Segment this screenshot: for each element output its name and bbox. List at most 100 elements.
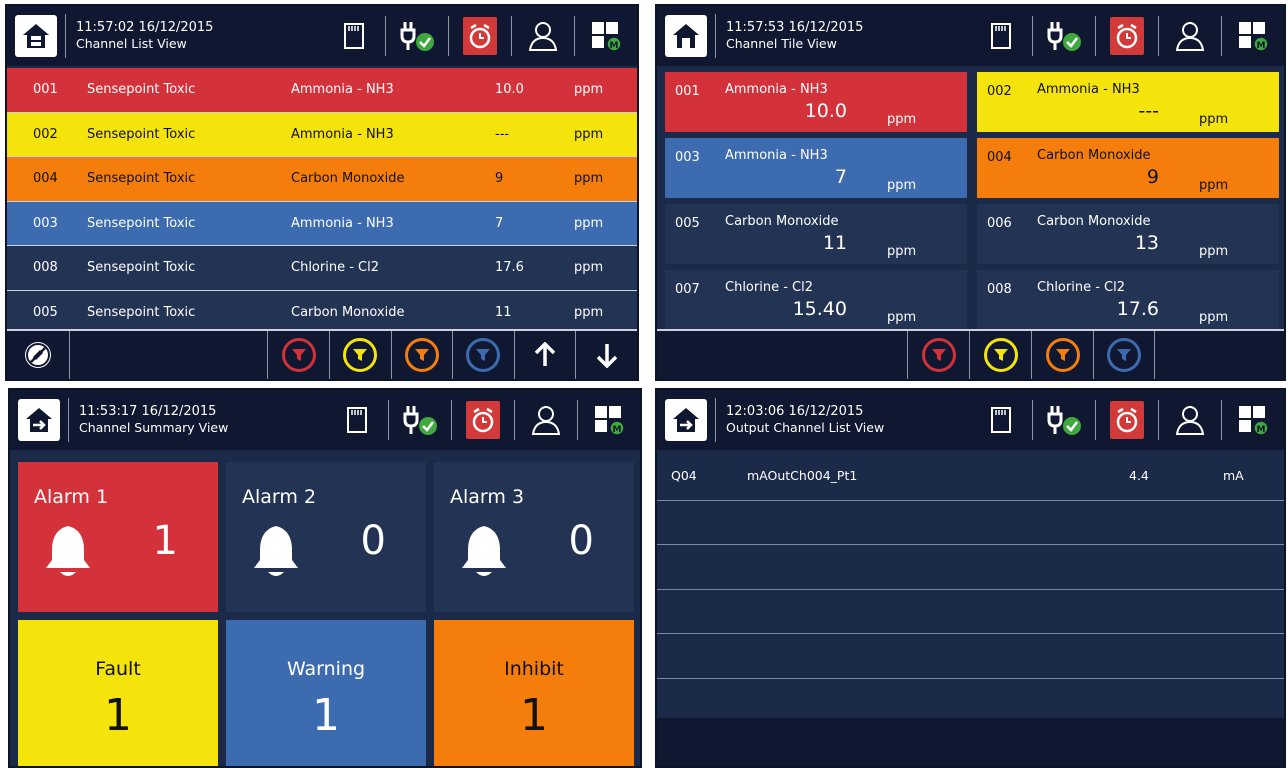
header-time: 12:03:06 16/12/2015 <box>726 404 864 419</box>
filter-icon <box>1117 349 1131 361</box>
user-button[interactable] <box>515 390 577 450</box>
sd-card-button[interactable] <box>323 6 385 66</box>
channel-name: Sensepoint Toxic <box>87 82 196 97</box>
footer-bar <box>657 718 1284 766</box>
channel-gas: Carbon Monoxide <box>291 171 405 186</box>
channel-tile[interactable]: 002 Ammonia - NH3 --- ppm <box>977 72 1279 132</box>
home-button[interactable] <box>657 6 715 66</box>
scroll-up-button[interactable] <box>513 331 576 379</box>
filter-red-button[interactable] <box>267 331 329 379</box>
grid-menu-icon: M <box>1239 406 1269 436</box>
filter-blue-button[interactable] <box>1093 331 1155 379</box>
home-icon <box>673 24 699 48</box>
alarm-clock-button[interactable] <box>1096 390 1158 450</box>
output-unit: mA <box>1223 468 1244 483</box>
user-button[interactable] <box>512 6 574 66</box>
header-bar: 11:57:02 16/12/2015 Channel List View M <box>7 6 637 66</box>
filter-blue-button[interactable] <box>452 331 514 379</box>
channel-id: 004 <box>33 171 58 186</box>
channel-gas: Chlorine - Cl2 <box>291 260 379 275</box>
power-status-button[interactable] <box>389 390 451 450</box>
warning-tile[interactable]: Warning 1 <box>226 620 426 766</box>
filter-orange-button[interactable] <box>1031 331 1093 379</box>
list-row[interactable]: 001 Sensepoint Toxic Ammonia - NH3 10.0 … <box>7 68 637 113</box>
list-row[interactable] <box>657 545 1284 590</box>
list-row[interactable] <box>657 590 1284 634</box>
arrow-down-icon <box>596 344 617 368</box>
list-row[interactable]: 008 Sensepoint Toxic Chlorine - Cl2 17.6… <box>7 246 637 291</box>
alarm-clock-button[interactable] <box>449 6 511 66</box>
tile-gas: Ammonia - NH3 <box>725 148 828 163</box>
user-button[interactable] <box>1159 6 1221 66</box>
scroll-down-button[interactable] <box>575 331 637 379</box>
no-edit-button[interactable] <box>7 331 69 379</box>
channel-tile[interactable]: 006 Carbon Monoxide 13 ppm <box>977 204 1279 264</box>
channel-name: Sensepoint Toxic <box>87 171 196 186</box>
list-row[interactable] <box>657 634 1284 679</box>
output-channel-list: Q04 mAOutCh004_Pt1 4.4 mA <box>657 456 1284 723</box>
home-button[interactable] <box>7 6 65 66</box>
filter-red-button[interactable] <box>907 331 969 379</box>
filter-yellow-button[interactable] <box>969 331 1031 379</box>
list-row[interactable]: Q04 mAOutCh004_Pt1 4.4 mA <box>657 456 1284 501</box>
inhibit-tile[interactable]: Inhibit 1 <box>434 620 634 766</box>
header-view-title: Channel Summary View <box>79 420 229 435</box>
list-row[interactable] <box>657 679 1284 723</box>
channel-tile[interactable]: 005 Carbon Monoxide 11 ppm <box>665 204 967 264</box>
fault-tile[interactable]: Fault 1 <box>18 620 218 766</box>
output-name: mAOutCh004_Pt1 <box>747 468 858 483</box>
filter-icon <box>1055 349 1070 361</box>
menu-button[interactable]: M <box>1222 6 1284 66</box>
tile-value: 9 <box>1146 166 1159 188</box>
list-row[interactable]: 004 Sensepoint Toxic Carbon Monoxide 9 p… <box>7 157 637 202</box>
menu-button[interactable]: M <box>578 390 640 450</box>
filter-icon <box>353 349 368 361</box>
alarm-label: Alarm 3 <box>450 486 525 508</box>
user-button[interactable] <box>1159 390 1221 450</box>
channel-unit: ppm <box>574 126 604 142</box>
tile-id: 001 <box>675 84 700 99</box>
channel-tile[interactable]: 004 Carbon Monoxide 9 ppm <box>977 138 1279 198</box>
header-text: 12:03:06 16/12/2015 Output Channel List … <box>716 404 946 436</box>
alarm-clock-icon <box>472 407 494 433</box>
alarm-clock-button[interactable] <box>452 390 514 450</box>
list-row[interactable] <box>657 501 1284 545</box>
menu-button[interactable]: M <box>575 6 637 66</box>
filter-icon <box>414 349 429 361</box>
alarm-label: Alarm 2 <box>242 486 317 508</box>
channel-tile[interactable]: 007 Chlorine - Cl2 15.40 ppm <box>665 270 967 330</box>
channel-tile[interactable]: 003 Ammonia - NH3 7 ppm <box>665 138 967 198</box>
sd-card-button[interactable] <box>970 390 1032 450</box>
menu-button[interactable]: M <box>1222 390 1284 450</box>
power-status-button[interactable] <box>1033 390 1095 450</box>
channel-id: 002 <box>33 126 58 142</box>
alarm-3-tile[interactable]: Alarm 3 0 <box>434 462 634 612</box>
channel-id: 005 <box>33 304 58 320</box>
channel-tile[interactable]: 008 Chlorine - Cl2 17.6 ppm <box>977 270 1279 330</box>
header-time: 11:53:17 16/12/2015 <box>79 404 217 419</box>
tile-value: 11 <box>822 232 847 254</box>
list-row[interactable]: 002 Sensepoint Toxic Ammonia - NH3 --- p… <box>7 112 637 157</box>
list-row[interactable]: 003 Sensepoint Toxic Ammonia - NH3 7 ppm <box>7 201 637 246</box>
header-view-title: Channel Tile View <box>726 36 837 51</box>
sd-card-button[interactable] <box>326 390 388 450</box>
channel-value: 17.6 <box>495 260 524 275</box>
sd-card-icon <box>347 407 367 433</box>
channel-tile[interactable]: 001 Ammonia - NH3 10.0 ppm <box>665 72 967 132</box>
filter-orange-button[interactable] <box>390 331 453 379</box>
filter-yellow-button[interactable] <box>328 331 391 379</box>
sd-card-button[interactable] <box>970 6 1032 66</box>
tile-gas: Chlorine - Cl2 <box>725 280 813 295</box>
channel-gas: Ammonia - NH3 <box>291 126 394 142</box>
alarm-count: 0 <box>568 518 594 564</box>
power-status-button[interactable] <box>1033 6 1095 66</box>
alarm-clock-button[interactable] <box>1096 6 1158 66</box>
power-status-button[interactable] <box>386 6 448 66</box>
home-button[interactable] <box>10 390 68 450</box>
alarm-1-tile[interactable]: Alarm 1 1 <box>18 462 218 612</box>
header-time: 11:57:53 16/12/2015 <box>726 20 864 35</box>
grid-menu-icon: M <box>592 22 622 52</box>
bell-icon <box>46 526 90 576</box>
home-button[interactable] <box>657 390 715 450</box>
alarm-2-tile[interactable]: Alarm 2 0 <box>226 462 426 612</box>
